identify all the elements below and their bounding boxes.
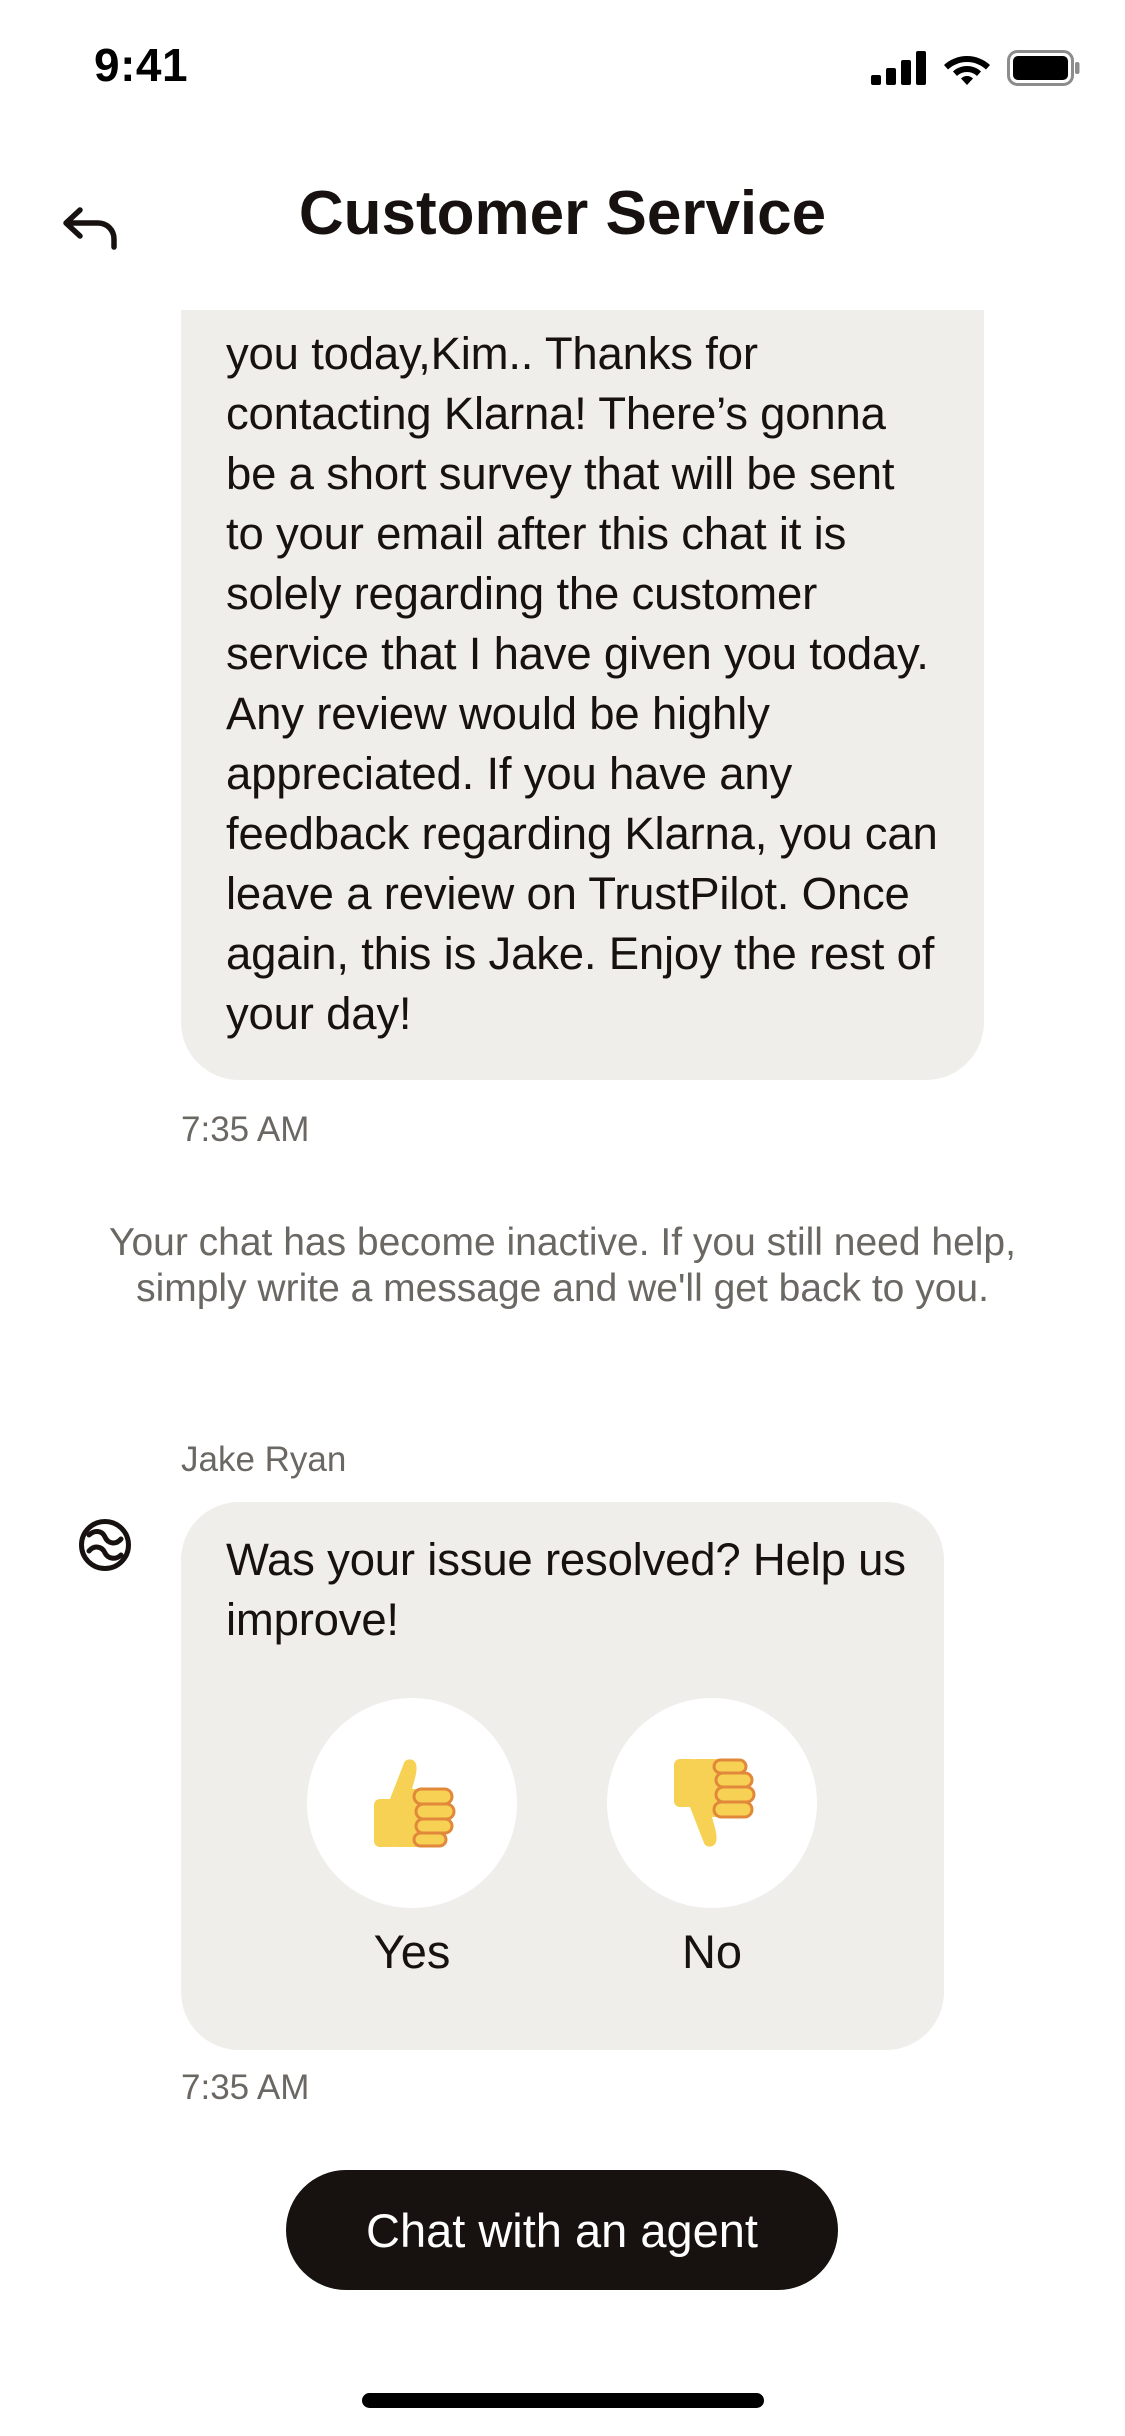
chat-area[interactable]: you today,Kim.. Thanks for contacting Kl…	[0, 310, 1125, 2150]
chat-with-agent-button[interactable]: Chat with an agent	[286, 2170, 838, 2290]
status-time: 9:41	[94, 39, 189, 91]
yes-button[interactable]	[307, 1698, 517, 1908]
inactive-chat-notice: Your chat has become inactive. If you st…	[109, 1221, 1016, 1310]
rating-no-option[interactable]: No	[607, 1698, 817, 1979]
agent-message-bubble: you today,Kim.. Thanks for contacting Kl…	[181, 310, 984, 1080]
battery-icon	[1007, 50, 1080, 86]
header: Customer Service	[0, 140, 1125, 310]
message-text: Was your issue resolved? Help us improve…	[226, 1534, 906, 1645]
sender-name: Jake Ryan	[181, 1440, 347, 1479]
message-timestamp: 7:35 AM	[181, 2068, 310, 2107]
yes-label: Yes	[373, 1925, 451, 1978]
message-text: you today,Kim.. Thanks for contacting Kl…	[226, 328, 938, 1039]
message-timestamp: 7:35 AM	[181, 1110, 310, 1149]
status-bar: 9:41	[0, 0, 1125, 140]
wifi-icon	[944, 56, 990, 85]
home-indicator[interactable]	[362, 2393, 764, 2408]
thumbs-down-icon	[674, 1758, 756, 1847]
agent-avatar-icon	[79, 1519, 131, 1571]
survey-message-bubble: Was your issue resolved? Help us improve…	[181, 1502, 944, 2050]
no-label: No	[681, 1925, 743, 1978]
rating-yes-option[interactable]: Yes	[307, 1698, 517, 1979]
status-icons	[871, 50, 1081, 86]
thumbs-up-icon	[374, 1759, 456, 1848]
page-title: Customer Service	[298, 179, 827, 248]
no-button[interactable]	[607, 1698, 817, 1908]
cellular-signal-icon	[871, 51, 926, 85]
